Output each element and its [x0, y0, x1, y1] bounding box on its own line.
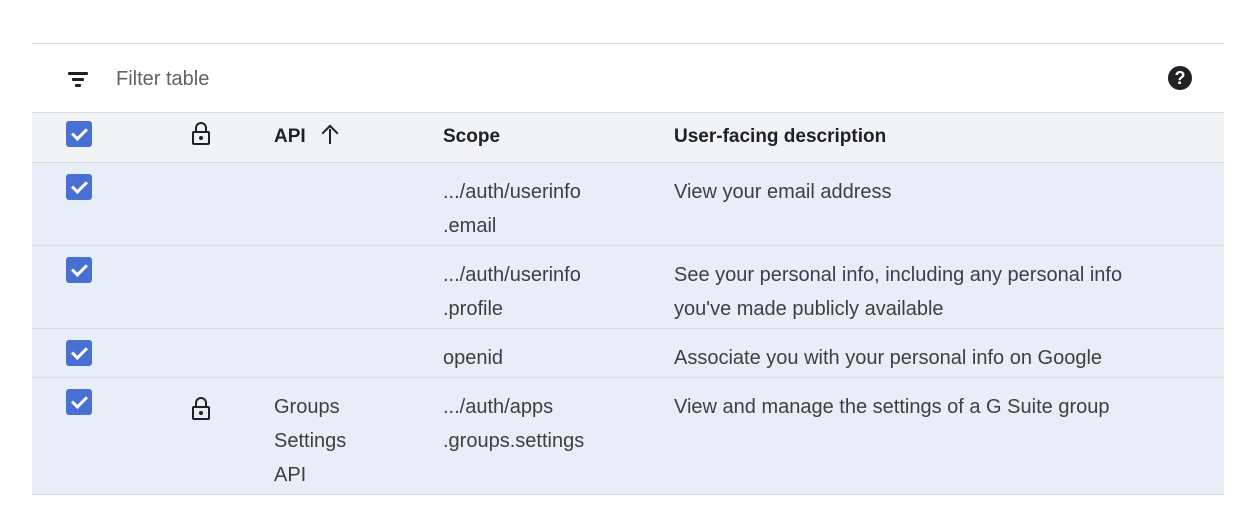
description-cell: Associate you with your personal info on…: [674, 328, 1224, 377]
table-row[interactable]: Groups Settings API .../auth/apps .groups.s…: [32, 377, 1224, 494]
select-all-checkbox[interactable]: [66, 121, 92, 148]
row-checkbox[interactable]: [66, 388, 92, 415]
table-row[interactable]: .../auth/userinfo .profile See your perso…: [32, 245, 1224, 328]
lock-icon: [192, 396, 210, 421]
scopes-panel: ? API Scope User-facing description: [32, 43, 1224, 495]
scope-text: .profile: [443, 297, 504, 320]
row-checkbox[interactable]: [66, 256, 92, 283]
api-text: Settings: [274, 429, 347, 452]
scope-cell: .../auth/userinfo .email: [443, 162, 674, 245]
help-icon[interactable]: ?: [1168, 66, 1192, 90]
row-checkbox[interactable]: [66, 173, 92, 200]
scope-cell: .../auth/userinfo .profile: [443, 245, 674, 328]
api-column-header[interactable]: API: [274, 113, 443, 162]
scope-text: .../auth/userinfo: [443, 263, 581, 286]
row-select-cell: [32, 328, 112, 377]
api-text: Groups: [274, 395, 340, 418]
scope-column-header: Scope: [443, 126, 501, 148]
row-select-cell: [32, 245, 112, 328]
description-text: View and manage the settings of a G Suit…: [674, 395, 1110, 418]
description-text: Associate you with your personal info on…: [674, 346, 1103, 369]
scope-text: .../auth/userinfo: [443, 180, 581, 203]
scope-text: .email: [443, 214, 497, 237]
lock-cell: [112, 328, 274, 377]
description-cell: View and manage the settings of a G Suit…: [674, 377, 1224, 494]
description-text: you've made publicly available: [674, 297, 944, 320]
scope-cell: openid: [443, 328, 674, 377]
scope-text: .../auth/apps: [443, 395, 554, 418]
api-text: API: [274, 463, 307, 486]
scope-text: openid: [443, 346, 504, 369]
scope-cell: .../auth/apps .groups.settings: [443, 377, 674, 494]
filter-input[interactable]: [116, 66, 716, 92]
scope-text: .groups.settings: [443, 429, 585, 452]
scopes-table: API Scope User-facing description .../au…: [32, 113, 1224, 495]
api-cell: [274, 328, 443, 377]
lock-cell: [112, 162, 274, 245]
api-cell: Groups Settings API: [274, 377, 443, 494]
lock-icon: [192, 122, 210, 146]
lock-cell: [112, 377, 274, 494]
table-row[interactable]: .../auth/userinfo .email View your email …: [32, 162, 1224, 245]
description-cell: See your personal info, including any pe…: [674, 245, 1224, 328]
api-header-label: API: [274, 126, 306, 148]
description-text: View your email address: [674, 180, 892, 203]
filter-bar: ?: [32, 44, 1224, 113]
lock-header-cell: [112, 113, 274, 162]
row-checkbox[interactable]: [66, 339, 92, 366]
table-header-row: API Scope User-facing description: [32, 113, 1224, 162]
select-all-cell: [32, 113, 112, 162]
description-cell: View your email address: [674, 162, 1224, 245]
api-cell: [274, 162, 443, 245]
lock-cell: [112, 245, 274, 328]
description-text: See your personal info, including any pe…: [674, 263, 1123, 286]
api-cell: [274, 245, 443, 328]
description-column-header: User-facing description: [674, 126, 887, 148]
arrow-upward-icon[interactable]: [321, 124, 339, 145]
row-select-cell: [32, 377, 112, 494]
row-select-cell: [32, 162, 112, 245]
filter-list-icon[interactable]: [68, 72, 88, 87]
table-row[interactable]: openid Associate you with your personal …: [32, 328, 1224, 377]
